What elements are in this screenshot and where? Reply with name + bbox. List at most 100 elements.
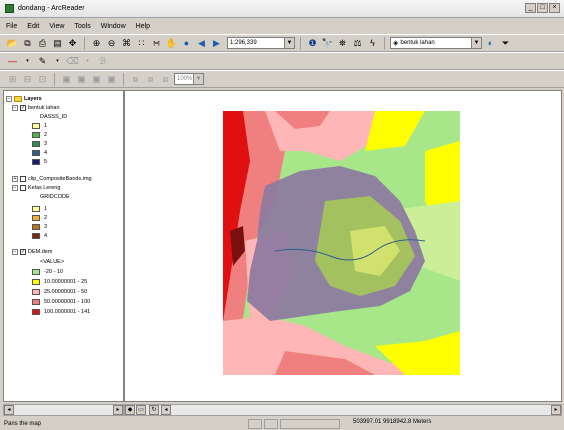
page-layout-icon[interactable]: ▤ (51, 37, 64, 50)
legend-class: 1 (32, 123, 47, 129)
toggle-draft-icon[interactable]: ⧈ (159, 73, 172, 86)
legend-swatch (32, 132, 40, 138)
back-arrow-icon[interactable]: ◀ (195, 37, 208, 50)
menu-view[interactable]: View (49, 23, 64, 30)
legend-class: 3 (32, 224, 47, 230)
window-controls: _ □ × (525, 3, 560, 13)
collapse-icon[interactable]: − (12, 185, 18, 191)
legend-label: 2 (44, 132, 48, 138)
forward-arrow-icon[interactable]: ▶ (210, 37, 223, 50)
pen-icon[interactable]: ✎ (36, 55, 49, 68)
legend-swatch (32, 309, 40, 315)
menu-help[interactable]: Help (136, 23, 150, 30)
menu-edit[interactable]: Edit (27, 23, 39, 30)
layout-back-icon[interactable]: ⧈ (129, 73, 142, 86)
hyperlink-icon[interactable]: ϟ (366, 37, 379, 50)
collapse-icon[interactable]: − (12, 249, 18, 255)
measure-icon[interactable]: ⚖ (351, 37, 364, 50)
scroll-left-icon[interactable]: ◂ (161, 405, 171, 415)
scroll-right-icon[interactable]: ▸ (551, 405, 561, 415)
identify-icon[interactable]: ❶ (306, 37, 319, 50)
full-extent-icon[interactable]: ● (180, 37, 193, 50)
layout-zoom-in-icon[interactable]: ⊞ (6, 73, 19, 86)
layout-zoom-select[interactable]: 100% ▼ (174, 73, 204, 85)
menu-window[interactable]: Window (101, 23, 126, 30)
fixed-zoom-in-layout-icon[interactable]: ▣ (90, 73, 103, 86)
line-color-icon[interactable]: — (6, 55, 19, 68)
legend-class: 3 (32, 141, 47, 147)
print-icon[interactable]: ⎙ (36, 37, 49, 50)
eraser-icon[interactable]: ⌫ (66, 55, 79, 68)
field-name: <VALUE> (40, 259, 65, 265)
layout-pan-icon[interactable]: ⊡ (36, 73, 49, 86)
layer-visibility-checkbox[interactable] (20, 185, 26, 191)
open-icon[interactable]: 📂 (6, 37, 19, 50)
dropdown-arrow-icon[interactable]: ▾ (81, 55, 94, 68)
text-annotation-icon[interactable]: ℬ (96, 55, 109, 68)
legend-class: 50.00000001 - 100 (32, 299, 90, 305)
layer-visibility-checkbox[interactable]: ✓ (20, 249, 26, 255)
toc-layer-clip-composite[interactable]: + clip_CompositeBands.img (12, 176, 92, 182)
chevron-down-icon[interactable]: ▼ (284, 38, 294, 48)
expand-icon[interactable]: + (12, 176, 18, 182)
chevron-down-icon[interactable]: ▼ (193, 74, 203, 84)
zoom-whole-page-icon[interactable]: ▣ (60, 73, 73, 86)
legend-label: 100.0000001 - 141 (44, 309, 91, 315)
map-canvas[interactable] (125, 91, 562, 402)
status-bar: Pans the map 503997.01 9918942.8 Meters (0, 418, 564, 430)
fixed-zoom-in-alt-icon[interactable]: ∷ (135, 37, 148, 50)
pan-icon[interactable]: ✋ (165, 37, 178, 50)
toc-layer-kelas-lereng[interactable]: − Kelas Lereng (12, 185, 60, 191)
legend-label: 3 (44, 224, 48, 230)
toolbar-separator (300, 36, 301, 50)
menu-file[interactable]: File (6, 23, 17, 30)
fixed-zoom-out-icon[interactable]: ∺ (150, 37, 163, 50)
map-scrollbar[interactable]: ◆ ▭ ↻ ◂ ▸ (124, 404, 562, 416)
legend-class: -20 - 10 (32, 269, 63, 275)
toc-scrollbar[interactable]: ◂ ▸ (3, 404, 124, 416)
scroll-right-icon[interactable]: ▸ (113, 405, 123, 415)
maximize-button[interactable]: □ (537, 3, 548, 13)
toc-layer-dem[interactable]: − ✓ DEM.dem (12, 249, 52, 255)
zoom-out-icon[interactable]: ⊖ (105, 37, 118, 50)
legend-label: 10.00000001 - 25 (44, 279, 88, 285)
layout-forward-icon[interactable]: ⧈ (144, 73, 157, 86)
legend-label: 5 (44, 159, 48, 165)
data-view-tab-icon[interactable]: ◆ (125, 405, 135, 415)
toolbar-options-icon[interactable]: ⏷ (499, 37, 512, 50)
layout-view-tab-icon[interactable]: ▭ (136, 405, 146, 415)
refresh-icon[interactable]: ↻ (149, 405, 159, 415)
layer-visibility-checkbox[interactable] (20, 176, 26, 182)
legend-swatch (32, 159, 40, 165)
zoom-100-icon[interactable]: ▣ (75, 73, 88, 86)
toc-root[interactable]: − Layers (6, 96, 42, 102)
legend-swatch (32, 141, 40, 147)
copy-icon[interactable]: ⧉ (21, 37, 34, 50)
scroll-left-icon[interactable]: ◂ (4, 405, 14, 415)
collapse-icon[interactable]: − (12, 105, 18, 111)
dropdown-arrow-icon[interactable]: ▾ (51, 55, 64, 68)
menu-tools[interactable]: Tools (74, 23, 90, 30)
layer-select[interactable]: ◈ bentuk lahan ▼ (390, 37, 482, 49)
fixed-zoom-in-icon[interactable]: ⌘ (120, 37, 133, 50)
close-button[interactable]: × (549, 3, 560, 13)
fixed-zoom-out-layout-icon[interactable]: ▣ (105, 73, 118, 86)
legend-swatch (32, 299, 40, 305)
toc-layer-bentuk-lahan[interactable]: − ✓ bentuk lahan (12, 105, 60, 111)
map-scale-select[interactable]: 1:296,339 ▼ (227, 37, 295, 49)
legend-swatch (32, 289, 40, 295)
chevron-down-icon[interactable]: ▼ (471, 38, 481, 48)
go-to-xy-icon[interactable]: ⛯ (336, 37, 349, 50)
layer-visibility-checkbox[interactable]: ✓ (20, 105, 26, 111)
collapse-icon[interactable]: − (6, 96, 12, 102)
layout-zoom-out-icon[interactable]: ⊟ (21, 73, 34, 86)
map-view[interactable] (124, 90, 562, 402)
field-name: DASSS_ID (40, 114, 68, 120)
data-view-icon[interactable]: ✥ (66, 37, 79, 50)
minimize-button[interactable]: _ (525, 3, 536, 13)
zoom-in-icon[interactable]: ⊕ (90, 37, 103, 50)
globe-icon[interactable]: ◐ (484, 37, 497, 50)
dropdown-arrow-icon[interactable]: ▾ (21, 55, 34, 68)
legend-class: 4 (32, 233, 47, 239)
find-binoculars-icon[interactable]: 🔭 (321, 37, 334, 50)
